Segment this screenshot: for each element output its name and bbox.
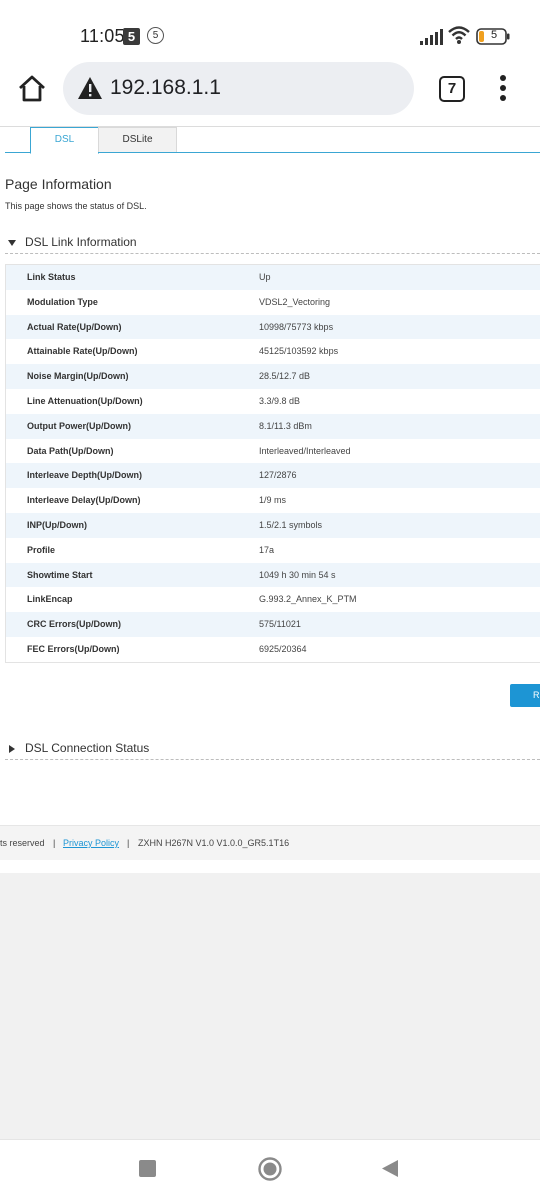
table-row: Showtime Start 1049 h 30 min 54 s	[6, 562, 540, 588]
row-value: 45125/103592 kbps	[259, 346, 339, 357]
footer-separator: |	[53, 838, 56, 848]
router-page: DSL DSLite Page Information This page sh…	[0, 126, 540, 1140]
row-value: 127/2876	[259, 470, 297, 481]
table-row: LinkEncap G.993.2_Annex_K_PTM	[6, 587, 540, 613]
row-label: Actual Rate(Up/Down)	[27, 321, 122, 332]
page-title: Page Information	[5, 176, 112, 192]
row-value: 8.1/11.3 dBm	[259, 420, 312, 431]
table-row: Line Attenuation(Up/Down) 3.3/9.8 dB	[6, 388, 540, 414]
row-value: 17a	[259, 544, 275, 555]
navigation-bar	[0, 1139, 540, 1201]
row-label: CRC Errors(Up/Down)	[27, 619, 121, 630]
row-value: G.993.2_Annex_K_PTM	[259, 594, 357, 605]
tab-dsl[interactable]: DSL	[30, 127, 99, 154]
table-row: Actual Rate(Up/Down) 10998/75773 kbps	[6, 314, 540, 340]
footer: ts reserved | Privacy Policy | ZXHN H267…	[0, 825, 540, 860]
row-value: 3.3/9.8 dB	[259, 395, 301, 406]
row-label: Modulation Type	[27, 296, 98, 307]
caret-right-icon	[9, 745, 15, 753]
table-row: Noise Margin(Up/Down) 28.5/12.7 dB	[6, 364, 540, 389]
section-title: DSL Link Information	[25, 235, 137, 249]
more-vert-icon[interactable]	[492, 72, 514, 104]
row-value: 10998/75773 kbps	[259, 321, 334, 332]
wifi-icon	[448, 26, 470, 44]
table-row: Interleave Delay(Up/Down) 1/9 ms	[6, 488, 540, 513]
table-row: Output Power(Up/Down) 8.1/11.3 dBm	[6, 413, 540, 439]
table-row: Interleave Depth(Up/Down) 127/2876	[6, 463, 540, 489]
caret-down-icon	[8, 240, 16, 246]
status-time: 11:05	[80, 26, 125, 46]
row-value: 28.5/12.7 dB	[259, 371, 311, 382]
section-dsl-connection-status[interactable]: DSL Connection Status	[5, 737, 540, 760]
privacy-policy-link[interactable]: Privacy Policy	[63, 826, 119, 860]
table-row: FEC Errors(Up/Down) 6925/20364	[6, 636, 540, 662]
tab-dslite[interactable]: DSLite	[98, 127, 177, 152]
warning-icon[interactable]	[77, 76, 103, 100]
section-title: DSL Connection Status	[25, 741, 150, 755]
row-label: Showtime Start	[27, 569, 93, 580]
table-row: Profile 17a	[6, 537, 540, 563]
row-label: Interleave Delay(Up/Down)	[27, 495, 141, 506]
row-value: 1/9 ms	[259, 495, 287, 506]
row-label: Profile	[27, 544, 56, 555]
page-background	[0, 873, 540, 1140]
signal-icon	[420, 29, 443, 45]
tab-strip: DSL DSLite	[5, 127, 540, 154]
browser-toolbar: 192.168.1.1 7	[0, 62, 540, 126]
row-label: INP(Up/Down)	[27, 519, 87, 530]
home-circle-icon[interactable]	[258, 1157, 282, 1181]
dsl-info-table: Link Status Up Modulation Type VDSL2_Vector…	[5, 264, 540, 663]
table-row: Modulation Type VDSL2_Vectoring	[6, 289, 540, 315]
table-row: INP(Up/Down) 1.5/2.1 symbols	[6, 512, 540, 538]
row-label: Attainable Rate(Up/Down)	[27, 346, 138, 357]
row-label: FEC Errors(Up/Down)	[27, 643, 120, 654]
tabs-button[interactable]: 7	[439, 76, 465, 102]
row-value: Interleaved/Interleaved	[259, 445, 351, 456]
row-value: 6925/20364	[259, 643, 307, 654]
footer-separator: |	[127, 838, 130, 848]
row-value: 1.5/2.1 symbols	[259, 519, 323, 530]
recent-apps-icon[interactable]	[139, 1160, 156, 1177]
row-value: Up	[259, 272, 271, 282]
section-dsl-link-information[interactable]: DSL Link Information	[5, 231, 540, 254]
table-row: Attainable Rate(Up/Down) 45125/103592 kbp…	[6, 339, 540, 365]
notification-circle-icon: 5	[147, 27, 164, 44]
row-value: 1049 h 30 min 54 s	[259, 569, 336, 580]
url-bar[interactable]: 192.168.1.1	[63, 62, 414, 115]
row-label: Noise Margin(Up/Down)	[27, 371, 129, 382]
footer-rights: ts reserved	[0, 838, 45, 848]
page-description: This page shows the status of DSL.	[5, 201, 147, 211]
row-label: Interleave Depth(Up/Down)	[27, 470, 143, 481]
row-label: Link Status	[27, 272, 76, 282]
row-label: Line Attenuation(Up/Down)	[27, 395, 143, 406]
row-label: Output Power(Up/Down)	[27, 420, 131, 431]
row-value: 575/11021	[259, 619, 301, 630]
row-label: LinkEncap	[27, 594, 73, 605]
battery-level: 5	[490, 29, 498, 41]
notification-badge-icon: 5	[123, 28, 140, 45]
refresh-button[interactable]: R	[510, 684, 540, 707]
table-row: Link Status Up	[6, 265, 540, 290]
home-icon[interactable]	[16, 73, 48, 105]
row-value: VDSL2_Vectoring	[259, 296, 331, 307]
status-bar: 11:05 5 5 5	[0, 0, 540, 62]
firmware-version: ZXHN H267N V1.0 V1.0.0_GR5.1T16	[138, 838, 290, 848]
back-icon[interactable]	[381, 1159, 399, 1178]
table-row: CRC Errors(Up/Down) 575/11021	[6, 612, 540, 637]
table-row: Data Path(Up/Down) Interleaved/Interleave…	[6, 438, 540, 464]
row-label: Data Path(Up/Down)	[27, 445, 114, 456]
url-text[interactable]: 192.168.1.1	[110, 76, 221, 100]
